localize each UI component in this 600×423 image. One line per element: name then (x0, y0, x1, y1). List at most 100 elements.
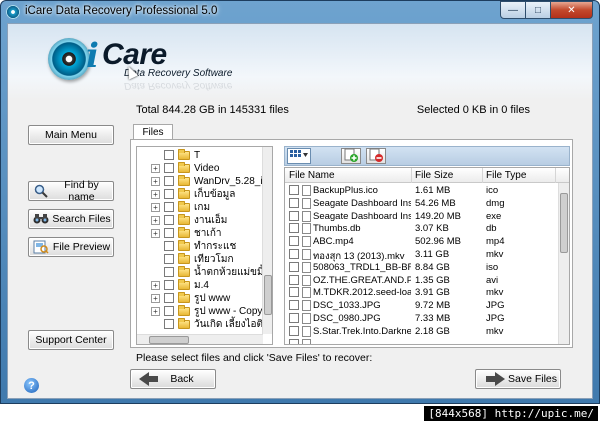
file-row[interactable]: M.TDKR.2012.seed-load... 3.91 GB mkv (285, 286, 559, 299)
back-button[interactable]: Back (130, 369, 216, 389)
file-row-checkbox[interactable] (289, 274, 299, 285)
main-menu-button[interactable]: Main Menu (28, 125, 114, 145)
remove-selection-button[interactable] (366, 148, 386, 164)
file-type: mp4 (486, 236, 505, 248)
tree-scroll-thumb[interactable] (264, 275, 272, 315)
file-type: mkv (486, 325, 504, 337)
maximize-icon: □ (534, 4, 542, 16)
file-row-checkbox[interactable] (289, 261, 299, 272)
file-row-checkbox[interactable] (289, 287, 299, 298)
folder-icon (178, 291, 190, 303)
minimize-button[interactable]: — (500, 1, 526, 19)
tree-item-checkbox[interactable] (164, 293, 174, 303)
tree-vertical-scrollbar[interactable] (262, 147, 272, 334)
file-row-checkbox[interactable] (289, 223, 299, 234)
column-file-type[interactable]: File Type (486, 170, 526, 181)
column-file-name[interactable]: File Name (289, 170, 335, 181)
tree-expander-icon[interactable]: + (151, 202, 160, 212)
folder-icon (178, 317, 190, 329)
file-row[interactable]: DSC_1033.JPG 9.72 MB JPG (285, 299, 559, 312)
logo-mark: i (86, 36, 99, 76)
tree-horizontal-scrollbar[interactable] (137, 334, 263, 344)
tree-item[interactable]: วันเกิด เลี้ยงไอติม ซอ (164, 317, 272, 331)
tree-expander-icon[interactable]: + (151, 306, 160, 316)
tree-item-checkbox[interactable] (164, 267, 174, 277)
file-row[interactable]: Seagate Dashboard Instal... 54.26 MB dmg (285, 197, 559, 210)
file-preview-button[interactable]: File Preview (28, 237, 114, 257)
arrow-left-icon (139, 372, 158, 386)
tree-hscroll-thumb[interactable] (149, 336, 189, 344)
tree-expander-icon[interactable]: + (151, 176, 160, 186)
list-vertical-scrollbar[interactable] (558, 183, 569, 344)
tree-item-checkbox[interactable] (164, 176, 174, 186)
tree-expander-icon[interactable]: + (151, 189, 160, 199)
tree-item[interactable]: น้ำตกห้วยแม่ขมิ้น (164, 265, 270, 279)
file-size: 54.26 MB (415, 197, 456, 209)
selected-summary: Selected 0 KB in 0 files (416, 104, 530, 116)
file-row-checkbox[interactable] (289, 236, 299, 247)
maximize-button[interactable]: □ (525, 1, 551, 19)
file-row-checkbox[interactable] (289, 249, 299, 259)
search-files-button[interactable]: Search Files (28, 209, 114, 229)
tree-item-checkbox[interactable] (164, 254, 174, 264)
file-row[interactable]: Seagate Dashboard Instal... 149.20 MB exe (285, 210, 559, 223)
folder-icon (178, 304, 190, 316)
file-row[interactable]: ABC.mp4 502.96 MB mp4 (285, 235, 559, 248)
folder-tree: T+Video+WanDrv_5.28_iTianK+เก็บข้อมูล+เก… (136, 146, 273, 345)
file-row[interactable]: DSC_0980.JPG 7.33 MB JPG (285, 312, 559, 325)
support-center-button[interactable]: Support Center (28, 330, 114, 350)
file-row[interactable]: ทองสุก 13 (2013).mkv 3.11 GB mkv (285, 248, 559, 262)
tree-expander-icon[interactable]: + (151, 163, 160, 173)
window-title: iCare Data Recovery Professional 5.0 (25, 5, 218, 17)
file-icon (302, 261, 311, 273)
title-bar[interactable]: iCare Data Recovery Professional 5.0 — □… (1, 1, 599, 23)
help-icon[interactable]: ? (24, 378, 39, 393)
folder-icon (178, 174, 190, 186)
file-icon (302, 300, 311, 312)
app-icon (6, 5, 20, 19)
file-row-checkbox[interactable] (289, 338, 299, 344)
tree-item-checkbox[interactable] (164, 241, 174, 251)
file-row[interactable]: 508063_TRDL1_BB-BF3.iso 8.84 GB iso (285, 261, 559, 274)
file-row[interactable]: OZ.THE.GREAT.AND.PO... 1.35 GB avi (285, 274, 559, 287)
file-row-checkbox[interactable] (289, 185, 299, 195)
folder-icon (178, 239, 190, 251)
add-selection-button[interactable] (341, 148, 361, 164)
tree-expander-icon[interactable]: + (151, 280, 160, 290)
view-mode-button[interactable] (287, 148, 311, 164)
tree-item-checkbox[interactable] (164, 189, 174, 199)
file-row-checkbox[interactable] (289, 197, 299, 208)
tree-item-checkbox[interactable] (164, 306, 174, 316)
file-row[interactable]: S.Star.Trek.Into.Darkness.... 2.18 GB mkv (285, 325, 559, 338)
list-scroll-thumb[interactable] (560, 193, 568, 253)
tree-item-checkbox[interactable] (164, 319, 174, 329)
save-files-button[interactable]: Save Files (475, 369, 561, 389)
column-file-size[interactable]: File Size (415, 170, 453, 181)
file-row[interactable] (285, 338, 559, 344)
file-row[interactable]: Thumbs.db 3.07 KB db (285, 222, 559, 235)
close-button[interactable]: ✕ (550, 1, 593, 19)
tree-expander-icon[interactable]: + (151, 228, 160, 238)
tab-files[interactable]: Files (133, 124, 173, 140)
file-type: JPG (486, 313, 505, 324)
tree-item-checkbox[interactable] (164, 163, 174, 173)
find-by-name-button[interactable]: Find by name (28, 179, 114, 203)
file-name: DSC_1033.JPG (313, 300, 381, 312)
file-row-checkbox[interactable] (289, 313, 299, 323)
tree-item-checkbox[interactable] (164, 280, 174, 290)
tree-item-checkbox[interactable] (164, 202, 174, 212)
file-icon (302, 338, 311, 344)
file-row-checkbox[interactable] (289, 300, 299, 311)
file-row-checkbox[interactable] (289, 325, 299, 336)
file-row[interactable]: BackupPlus.ico 1.61 MB ico (285, 184, 559, 197)
file-row-checkbox[interactable] (289, 210, 299, 221)
folder-icon (178, 161, 190, 173)
tree-item-checkbox[interactable] (164, 150, 174, 160)
tree-expander-icon[interactable]: + (151, 215, 160, 225)
tree-item[interactable]: T (164, 148, 200, 162)
app-window: iCare Data Recovery Professional 5.0 — □… (0, 0, 600, 404)
tree-item-checkbox[interactable] (164, 228, 174, 238)
tree-item[interactable]: + Video (151, 161, 219, 175)
tree-expander-icon[interactable]: + (151, 293, 160, 303)
tree-item-checkbox[interactable] (164, 215, 174, 225)
